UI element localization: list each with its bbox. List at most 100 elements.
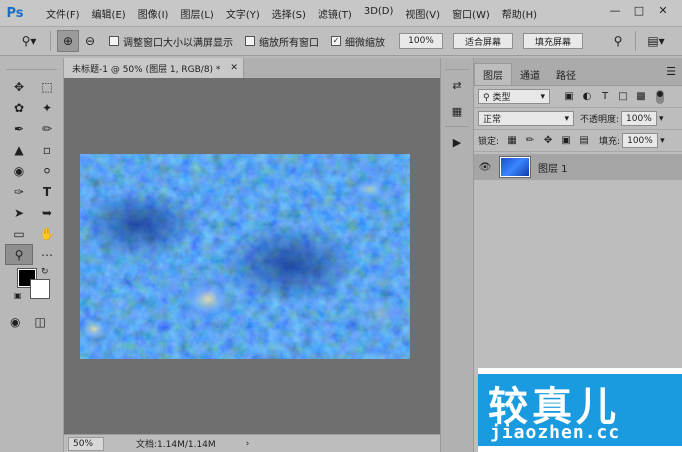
zoom-tool-icon[interactable]: ⚲: [5, 244, 33, 265]
layer-thumbnail[interactable]: [499, 156, 531, 178]
zoom-in-icon[interactable]: ⊕: [57, 30, 79, 52]
tab-layers[interactable]: 图层: [474, 63, 512, 85]
opacity-field[interactable]: 100%: [621, 111, 658, 126]
blend-mode-dropdown[interactable]: 正常 ▾: [478, 111, 574, 126]
stamp-tool-icon[interactable]: ▲: [5, 139, 33, 160]
zoom-level-field[interactable]: 50%: [68, 436, 104, 451]
close-tab-icon[interactable]: ✕: [230, 63, 238, 73]
swap-colors-icon[interactable]: ↻: [41, 267, 49, 277]
fill-screen-button[interactable]: 填充屏幕: [523, 33, 583, 49]
move-tool-icon[interactable]: ✥: [5, 76, 33, 97]
magic-wand-tool-icon[interactable]: ✦: [33, 97, 61, 118]
checkbox-checked[interactable]: ✓: [331, 36, 341, 46]
filter-kind-dropdown[interactable]: ⚲ 类型 ▾: [478, 89, 550, 104]
eye-icon[interactable]: 👁: [474, 162, 496, 173]
background-color-swatch[interactable]: [30, 279, 50, 299]
status-bar: 50% 文档:1.14M/1.14M ›: [64, 434, 440, 452]
checkbox-box[interactable]: [245, 36, 255, 46]
brush-tool-icon[interactable]: ✏: [33, 118, 61, 139]
status-menu-icon[interactable]: ›: [246, 439, 250, 449]
type-tool-icon[interactable]: T: [33, 181, 61, 202]
properties-icon[interactable]: ▦: [445, 100, 469, 122]
menu-edit[interactable]: 编辑(E): [86, 6, 132, 21]
filter-type-icon[interactable]: T: [596, 91, 614, 102]
menu-type[interactable]: 文字(Y): [220, 6, 266, 21]
checkbox-box[interactable]: [109, 36, 119, 46]
screen-mode-icon[interactable]: ◫: [34, 315, 45, 329]
filter-adjustment-icon[interactable]: ◐: [578, 91, 596, 102]
resize-windows-checkbox[interactable]: 调整窗口大小以满屏显示: [109, 34, 233, 49]
filter-shape-icon[interactable]: □: [614, 91, 632, 102]
fit-screen-button[interactable]: 适合屏幕: [453, 33, 513, 49]
zoom-all-label: 缩放所有窗口: [259, 37, 319, 49]
menu-window[interactable]: 窗口(W): [446, 6, 496, 21]
path-selection-tool-icon[interactable]: ➤: [5, 202, 33, 223]
workspace-icon[interactable]: ▤▾: [642, 30, 670, 52]
lock-position-icon[interactable]: ✥: [539, 135, 557, 146]
layer-row[interactable]: 👁 图层 1: [474, 154, 682, 180]
document-image: [80, 154, 410, 359]
document-tab-title: 未标题-1 @ 50% (图层 1, RGB/8) *: [72, 64, 221, 75]
menu-file[interactable]: 文件(F): [40, 6, 86, 21]
tab-paths[interactable]: 路径: [548, 63, 584, 85]
maximize-icon[interactable]: □: [628, 2, 650, 18]
minimize-icon[interactable]: —: [604, 2, 626, 18]
zoom-100-button[interactable]: 100%: [399, 33, 443, 49]
pen-tool-icon[interactable]: ✑: [5, 181, 33, 202]
lasso-tool-icon[interactable]: ✿: [5, 97, 33, 118]
panel-grip[interactable]: [6, 60, 57, 70]
close-icon[interactable]: ✕: [652, 2, 674, 18]
document-tab-bar: 未标题-1 @ 50% (图层 1, RGB/8) * ✕: [64, 58, 440, 78]
menu-3d[interactable]: 3D(D): [358, 6, 400, 21]
fill-label: 填充:: [599, 137, 621, 147]
direct-selection-tool-icon[interactable]: ➥: [33, 202, 61, 223]
filter-smart-object-icon[interactable]: ▩: [632, 91, 650, 102]
layer-name[interactable]: 图层 1: [538, 160, 568, 175]
lock-all-icon[interactable]: ▤: [575, 135, 593, 146]
lock-transparent-icon[interactable]: ▦: [503, 135, 521, 146]
mode-row: ◉ ◫: [10, 315, 63, 329]
dodge-tool-icon[interactable]: ⚪: [33, 160, 61, 181]
window-controls: — □ ✕: [604, 2, 674, 18]
search-icon[interactable]: ⚲: [607, 30, 629, 52]
eraser-tool-icon[interactable]: ▫: [33, 139, 61, 160]
menu-image[interactable]: 图像(I): [132, 6, 175, 21]
divider: [635, 31, 636, 51]
menu-view[interactable]: 视图(V): [399, 6, 446, 21]
lock-image-icon[interactable]: ✏: [521, 135, 539, 146]
chevron-down-icon[interactable]: ▾: [660, 136, 665, 146]
bucket-tool-icon[interactable]: ◉: [5, 160, 33, 181]
panel-grip[interactable]: [445, 60, 469, 70]
document-tab[interactable]: 未标题-1 @ 50% (图层 1, RGB/8) * ✕: [64, 58, 244, 78]
hand-tool-icon[interactable]: ✋: [33, 223, 61, 244]
chevron-down-icon: ▾: [564, 113, 569, 124]
chevron-down-icon[interactable]: ▾: [659, 114, 664, 124]
eyedropper-tool-icon[interactable]: ✒: [5, 118, 33, 139]
menu-help[interactable]: 帮助(H): [496, 6, 543, 21]
zoom-out-icon[interactable]: ⊖: [79, 30, 101, 52]
actions-play-icon[interactable]: ▶: [445, 131, 469, 153]
divider: [445, 126, 469, 127]
quick-mask-icon[interactable]: ◉: [10, 315, 20, 329]
menu-layer[interactable]: 图层(L): [174, 6, 219, 21]
lock-label: 锁定:: [478, 137, 500, 147]
more-tools-icon[interactable]: ⋯: [33, 244, 61, 265]
panel-menu-icon[interactable]: ☰: [666, 65, 676, 78]
zoom-all-checkbox[interactable]: 缩放所有窗口: [245, 34, 319, 49]
lock-artboard-icon[interactable]: ▣: [557, 135, 575, 146]
rectangle-tool-icon[interactable]: ▭: [5, 223, 33, 244]
filter-pixel-icon[interactable]: ▣: [560, 91, 578, 102]
layer-filter-row: ⚲ 类型 ▾ ▣ ◐ T □ ▩: [474, 86, 682, 108]
history-icon[interactable]: ⇄: [445, 74, 469, 96]
canvas-area[interactable]: [64, 78, 440, 434]
default-colors-icon[interactable]: ▣: [14, 291, 22, 300]
divider: [50, 31, 51, 51]
scrubby-zoom-checkbox[interactable]: ✓ 细微缩放: [331, 34, 385, 49]
marquee-tool-icon[interactable]: ⬚: [33, 76, 61, 97]
menu-select[interactable]: 选择(S): [266, 6, 312, 21]
zoom-tool-preset-icon[interactable]: ⚲▾: [14, 30, 44, 52]
tab-channels[interactable]: 通道: [512, 63, 548, 85]
fill-field[interactable]: 100%: [622, 133, 659, 148]
menu-filter[interactable]: 滤镜(T): [312, 6, 358, 21]
filter-toggle[interactable]: [656, 89, 664, 104]
